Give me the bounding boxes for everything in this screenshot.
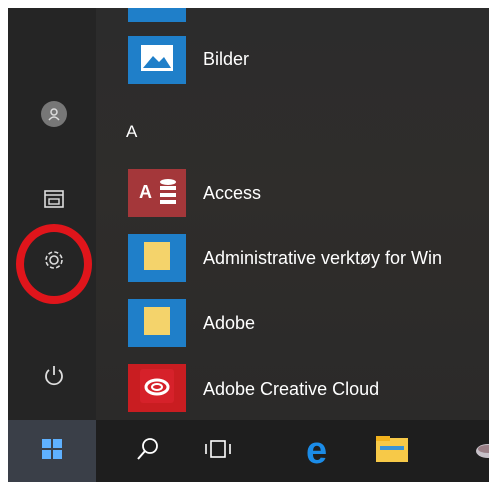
user-account-icon <box>41 101 67 127</box>
frame-border-bottom <box>0 482 497 490</box>
power-icon <box>42 364 66 393</box>
windows-start-icon <box>41 438 63 465</box>
partial-app-icon <box>452 434 497 469</box>
app-tile-adobe[interactable] <box>128 299 186 347</box>
app-label-administrative-tools[interactable]: Administrative verktøy for Win <box>203 248 442 269</box>
svg-text:e: e <box>306 430 327 468</box>
edge-button[interactable]: e <box>292 420 352 482</box>
task-view-button[interactable] <box>188 420 248 482</box>
power-button[interactable] <box>30 354 78 402</box>
app-tile-administrative-tools[interactable] <box>128 234 186 282</box>
app-tile-adobe-creative-cloud[interactable] <box>128 364 186 412</box>
start-button[interactable] <box>8 420 96 482</box>
app-label-bilder[interactable]: Bilder <box>203 49 249 70</box>
pictures-icon <box>140 44 174 77</box>
frame-border-left <box>0 0 8 490</box>
frame-border-top <box>0 0 497 8</box>
svg-text:A: A <box>139 182 152 202</box>
app-tile-bilder[interactable] <box>128 36 186 84</box>
annotation-circle <box>16 224 92 304</box>
file-explorer-button[interactable] <box>362 420 422 482</box>
search-button[interactable] <box>118 420 178 482</box>
search-icon <box>136 437 160 466</box>
file-explorer-icon <box>374 434 410 469</box>
task-view-icon <box>203 438 233 465</box>
edge-icon: e <box>303 430 341 473</box>
user-account-button[interactable] <box>30 90 78 138</box>
partial-taskbar-app[interactable] <box>452 420 497 482</box>
app-label-access[interactable]: Access <box>203 183 261 204</box>
section-letter[interactable]: A <box>126 122 137 142</box>
folder-icon <box>142 240 172 277</box>
folder-icon <box>142 305 172 342</box>
app-label-adobe-creative-cloud[interactable]: Adobe Creative Cloud <box>203 379 379 400</box>
access-icon: A <box>136 175 178 211</box>
frame-border-right <box>489 0 497 490</box>
documents-icon <box>43 187 65 214</box>
documents-button[interactable] <box>30 176 78 224</box>
app-tile-access[interactable]: A <box>128 169 186 217</box>
app-label-adobe[interactable]: Adobe <box>203 313 255 334</box>
creative-cloud-icon <box>140 368 174 408</box>
